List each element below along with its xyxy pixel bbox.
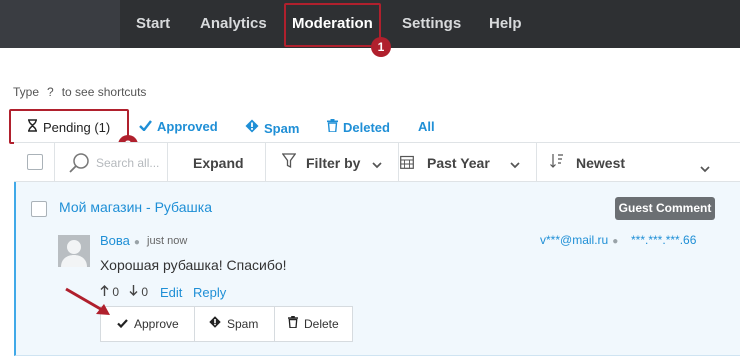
arrow-down-icon — [129, 285, 141, 299]
tab-spam-label: Spam — [264, 121, 300, 136]
comment-body: Хорошая рубашка! Спасибо! — [100, 257, 287, 273]
tab-pending-label: Pending (1) — [43, 120, 111, 135]
comment-checkbox[interactable] — [31, 201, 47, 217]
email-value: v***@mail.ru — [540, 233, 609, 247]
shortcut-hint: Type? to see shortcuts — [13, 85, 146, 99]
spam-button[interactable]: Spam — [209, 307, 258, 341]
approve-label: Approve — [134, 317, 179, 331]
delete-label: Delete — [304, 317, 339, 331]
chevron-down-icon — [372, 144, 382, 184]
hourglass-icon — [27, 119, 38, 135]
author-email[interactable]: v***@mail.ru ● — [540, 233, 622, 247]
toolbar-divider — [536, 143, 537, 183]
tab-pending[interactable]: Pending (1) — [27, 119, 110, 135]
downvote-button[interactable]: 0 — [129, 285, 148, 299]
toolbar-divider — [167, 143, 168, 183]
nav-help[interactable]: Help — [489, 0, 522, 48]
action-divider — [194, 307, 195, 341]
period-select[interactable]: Past Year — [400, 143, 520, 183]
tab-all-label: All — [418, 119, 435, 134]
tab-all[interactable]: All — [418, 119, 435, 134]
delete-button[interactable]: Delete — [288, 307, 339, 341]
spam-icon — [245, 119, 259, 136]
moderation-actions: Approve Spam Delete — [100, 306, 353, 342]
tab-deleted[interactable]: Deleted — [327, 119, 390, 135]
comment-toolbar: Expand Filter by Past Year Newest — [14, 142, 740, 184]
tab-approved-label: Approved — [157, 119, 218, 134]
filter-button[interactable]: Filter by — [281, 143, 382, 184]
hint-type: Type — [13, 85, 40, 99]
hint-key: ? — [47, 85, 54, 99]
trash-icon — [288, 307, 298, 341]
comment-author[interactable]: Вова ● — [100, 233, 144, 248]
annotation-arrow-icon — [65, 287, 110, 315]
tab-deleted-label: Deleted — [343, 120, 390, 135]
tab-approved[interactable]: Approved — [139, 119, 218, 134]
nav-moderation[interactable]: Moderation — [292, 0, 373, 48]
filter-icon — [281, 144, 297, 184]
separator-dot: ● — [612, 236, 619, 247]
period-label: Past Year — [427, 155, 490, 171]
edit-link[interactable]: Edit — [160, 285, 182, 300]
separator-dot: ● — [133, 237, 140, 248]
chevron-down-icon[interactable] — [700, 160, 710, 178]
trash-icon — [327, 119, 338, 135]
comment-time: just now — [147, 235, 188, 247]
select-all-checkbox[interactable] — [27, 154, 43, 170]
hint-rest: to see shortcuts — [61, 85, 147, 99]
spam-icon — [209, 307, 221, 341]
calendar-icon — [400, 144, 414, 184]
nav-start[interactable]: Start — [136, 0, 170, 48]
nav-analytics[interactable]: Analytics — [200, 0, 267, 48]
nav-settings[interactable]: Settings — [402, 0, 461, 48]
sort-icon — [550, 144, 564, 184]
spam-label: Spam — [227, 317, 259, 331]
top-nav: Start Analytics Moderation Settings Help — [0, 0, 740, 48]
check-icon — [139, 119, 152, 134]
nav-strip — [0, 0, 120, 48]
avatar — [58, 235, 90, 267]
filter-label: Filter by — [306, 155, 361, 171]
author-ip[interactable]: ***.***.***.66 — [631, 233, 696, 247]
author-name: Вова — [100, 233, 130, 248]
sort-label: Newest — [576, 155, 626, 171]
search-input[interactable] — [96, 153, 168, 173]
downvote-count: 0 — [141, 285, 149, 299]
tab-spam[interactable]: Spam — [245, 119, 299, 136]
approve-button[interactable]: Approve — [117, 307, 179, 341]
toolbar-divider — [54, 143, 55, 183]
comment-page-title[interactable]: Мой магазин - Рубашка — [59, 199, 212, 215]
action-divider — [274, 307, 275, 341]
guest-comment-badge: Guest Comment — [615, 197, 715, 220]
toolbar-divider — [265, 143, 266, 183]
chevron-down-icon — [510, 144, 520, 184]
reply-link[interactable]: Reply — [193, 285, 226, 300]
expand-button[interactable]: Expand — [193, 143, 244, 183]
search-icon — [69, 152, 91, 179]
toolbar-divider — [398, 143, 399, 183]
sort-select[interactable]: Newest — [550, 143, 625, 183]
callout-badge-1: 1 — [371, 37, 391, 57]
